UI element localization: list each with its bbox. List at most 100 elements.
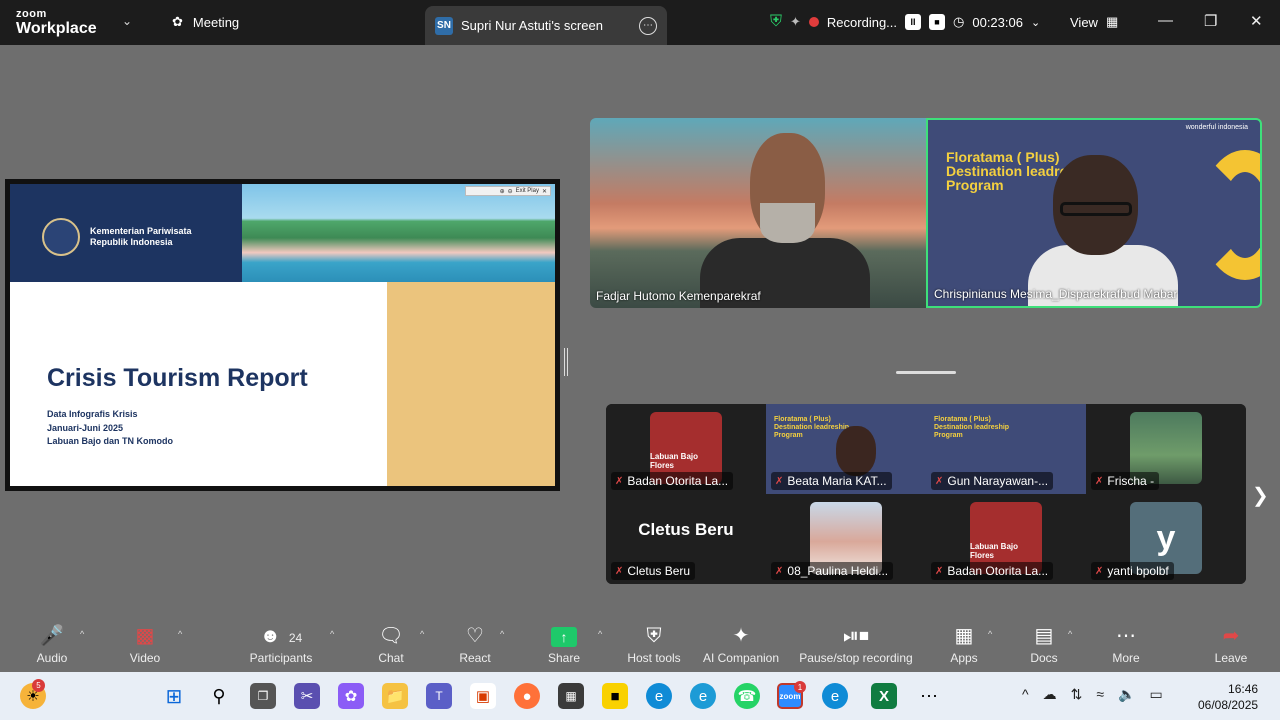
zoom-notification-badge: 1 xyxy=(794,681,806,693)
chat-options-caret[interactable]: ^ xyxy=(420,629,424,639)
docs-options-caret[interactable]: ^ xyxy=(1068,629,1072,639)
tab-shared-screen[interactable]: SN Supri Nur Astuti's screen ⋯ xyxy=(425,6,667,45)
panel-drag-handle[interactable] xyxy=(896,371,956,374)
mic-muted-icon: ✗ xyxy=(935,475,944,487)
wifi-icon[interactable]: ≈ xyxy=(1096,686,1104,703)
mic-muted-icon: ✗ xyxy=(1095,565,1104,577)
video-options-caret[interactable]: ^ xyxy=(178,629,182,639)
audio-options-caret[interactable]: ^ xyxy=(80,629,84,639)
chevron-up-icon[interactable]: ^ xyxy=(1022,686,1029,703)
more-apps-icon[interactable]: ⋯ xyxy=(916,683,942,709)
participants-button[interactable]: ☻ 24 Participants xyxy=(231,623,331,665)
stop-recording-button[interactable]: ■ xyxy=(929,14,946,30)
slide-subtitle: Data Infografis Krisis Januari-Juni 2025… xyxy=(47,408,173,449)
glasses-icon xyxy=(1060,202,1132,216)
view-button[interactable]: View ▦ xyxy=(1070,14,1118,30)
copilot-icon[interactable]: ✿ xyxy=(338,683,364,709)
participants-label: Participants xyxy=(249,651,313,665)
apps-options-caret[interactable]: ^ xyxy=(988,629,992,639)
host-tools-button[interactable]: ⛨ Host tools xyxy=(604,623,704,665)
audio-button[interactable]: 🎤 Audio xyxy=(2,623,102,665)
start-icon[interactable]: ⊞ xyxy=(161,683,187,709)
edge-dev-icon[interactable]: e xyxy=(822,683,848,709)
more-icon: ⋯ xyxy=(1116,625,1136,647)
mic-muted-icon: 🎤 xyxy=(39,625,65,647)
leave-button[interactable]: ➦ Leave xyxy=(1181,623,1280,665)
split-resize-handle[interactable] xyxy=(564,348,568,376)
network-icon[interactable]: ⇅ xyxy=(1071,686,1083,703)
system-tray: ^ ☁ ⇅ ≈ 🔈 ▭ xyxy=(1022,686,1163,703)
excel-icon[interactable]: X xyxy=(871,683,897,709)
participant-tile[interactable]: Floratama ( Plus) Destination leadreship… xyxy=(766,404,926,494)
more-button[interactable]: ⋯ More xyxy=(1076,623,1176,665)
ai-companion-button[interactable]: ✦ AI Companion xyxy=(691,623,791,665)
shield-icon[interactable]: ⛨ xyxy=(770,13,782,31)
minimize-button[interactable]: — xyxy=(1158,12,1173,29)
close-button[interactable]: ✕ xyxy=(1250,12,1263,30)
snipping-tool-icon[interactable]: ✂ xyxy=(294,683,320,709)
participants-count: 24 xyxy=(288,631,303,645)
participant-name: Frischa - xyxy=(1107,474,1155,488)
gallery-view: Labuan Bajo Flores ✗ Badan Otorita La... … xyxy=(606,404,1246,584)
ai-companion-label: AI Companion xyxy=(702,651,780,665)
zoom-out-icon[interactable]: ⊖ xyxy=(508,188,513,195)
brand-logo: wonderful indonesia xyxy=(1185,124,1248,131)
beach-photo: ⊕ ⊖ Exit Play ✕ xyxy=(242,184,555,282)
slide-mini-toolbar[interactable]: ⊕ ⊖ Exit Play ✕ xyxy=(465,186,551,196)
logo-line1: zoom xyxy=(16,8,47,20)
cloud-icon[interactable]: ☁ xyxy=(1043,686,1057,703)
ministry-block: Kementerian Pariwisata Republik Indonesi… xyxy=(42,218,192,256)
presentation-slide: Kementerian Pariwisata Republik Indonesi… xyxy=(10,184,555,486)
system-clock[interactable]: 16:46 06/08/2025 xyxy=(1198,681,1258,713)
participant-tile[interactable]: Floratama ( Plus) Destination leadreship… xyxy=(926,404,1086,494)
pause-stop-recording-button[interactable]: ⏯⏹ Pause/stop recording xyxy=(786,623,926,665)
speaker-video-fadjar[interactable]: Fadjar Hutomo Kemenparekraf xyxy=(590,118,926,308)
share-options-caret[interactable]: ^ xyxy=(598,629,602,639)
react-button[interactable]: ♡ React xyxy=(425,623,525,665)
sparkle-icon[interactable]: ✦ xyxy=(790,14,801,30)
react-options-caret[interactable]: ^ xyxy=(500,629,504,639)
battery-icon[interactable]: ▭ xyxy=(1149,686,1162,703)
exit-play-label[interactable]: Exit Play xyxy=(516,188,539,194)
file-explorer-icon[interactable]: 📁 xyxy=(382,683,408,709)
apps-label: Apps xyxy=(950,651,978,665)
participant-tile[interactable]: Cletus Beru ✗ Cletus Beru xyxy=(606,494,766,584)
close-icon[interactable]: ✕ xyxy=(542,188,547,195)
participants-options-caret[interactable]: ^ xyxy=(330,629,334,639)
whatsapp-icon[interactable]: ☎ xyxy=(734,683,760,709)
speaker-video-chrispinianus[interactable]: Floratama ( Plus) Destination leadre Pro… xyxy=(926,118,1262,308)
more-options-icon[interactable]: ⋯ xyxy=(639,16,657,35)
participant-tile[interactable]: Labuan Bajo Flores ✗ Badan Otorita La... xyxy=(926,494,1086,584)
chevron-down-icon[interactable]: ⌄ xyxy=(122,14,132,28)
participant-name: Cletus Beru xyxy=(627,564,691,578)
participant-tile[interactable]: ✗ Frischa - xyxy=(1086,404,1246,494)
shared-screen[interactable]: Kementerian Pariwisata Republik Indonesi… xyxy=(5,179,560,491)
zoom-logo[interactable]: zoom Workplace xyxy=(16,9,97,37)
speaker-icon[interactable]: 🔈 xyxy=(1118,686,1135,703)
participant-tile[interactable]: y ✗ yanti bpolbf xyxy=(1086,494,1246,584)
avatar-badge: SN xyxy=(435,16,453,35)
restore-button[interactable]: ❐ xyxy=(1204,12,1217,30)
sticky-notes-icon[interactable]: ■ xyxy=(602,683,628,709)
participant-name: Beata Maria KAT... xyxy=(787,474,887,488)
edge-profile-icon[interactable]: e xyxy=(690,683,716,709)
search-icon[interactable]: ⚲ xyxy=(206,683,232,709)
next-page-arrow-icon[interactable]: ❯ xyxy=(1252,483,1269,508)
tab-meeting[interactable]: ✿ Meeting xyxy=(172,14,239,30)
zoom-in-icon[interactable]: ⊕ xyxy=(500,188,505,195)
pause-recording-button[interactable]: II xyxy=(905,14,922,30)
participant-tile[interactable]: ✗ 08_Paulina Heldi... xyxy=(766,494,926,584)
person-head xyxy=(836,426,876,476)
weather-notification-badge: 5 xyxy=(32,679,45,692)
store-icon[interactable]: ▣ xyxy=(470,683,496,709)
calculator-icon[interactable]: ▦ xyxy=(558,683,584,709)
teams-icon[interactable]: T xyxy=(426,683,452,709)
docs-label: Docs xyxy=(1030,651,1058,665)
firefox-icon[interactable]: ● xyxy=(514,683,540,709)
tab-shared-screen-label: Supri Nur Astuti's screen xyxy=(461,18,603,33)
chevron-down-icon[interactable]: ⌄ xyxy=(1031,16,1040,29)
participant-tile[interactable]: Labuan Bajo Flores ✗ Badan Otorita La... xyxy=(606,404,766,494)
task-view-icon[interactable]: ❐ xyxy=(250,683,276,709)
participant-name: Badan Otorita La... xyxy=(947,564,1049,578)
edge-icon[interactable]: e xyxy=(646,683,672,709)
